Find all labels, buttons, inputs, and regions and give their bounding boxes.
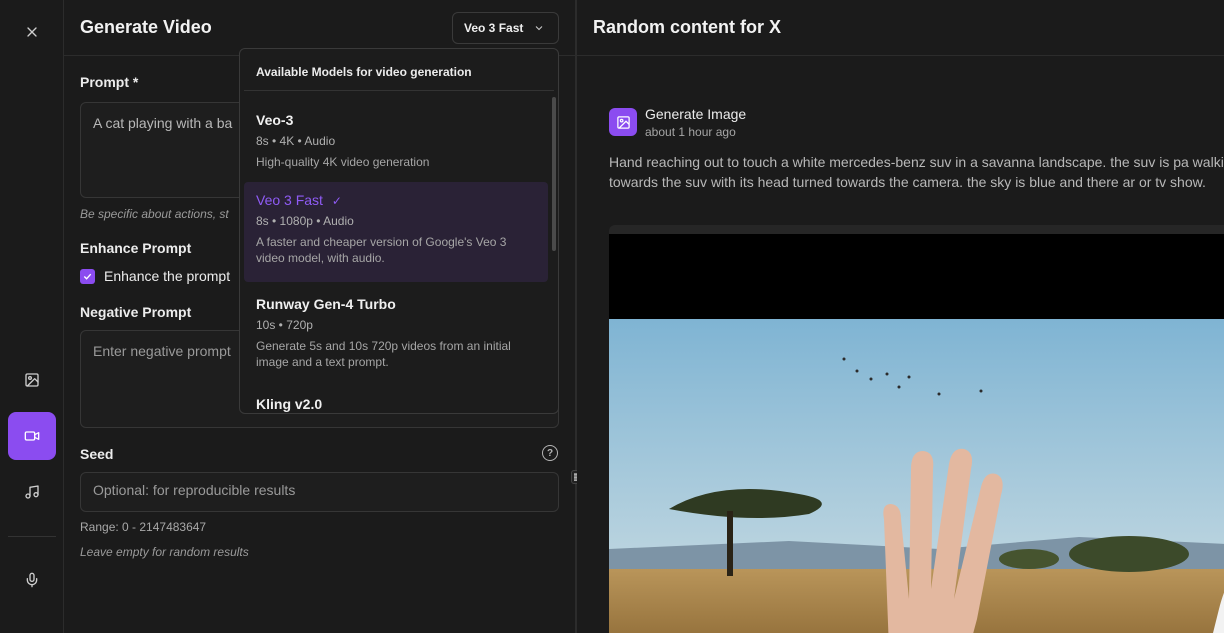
enhance-prompt-checkbox[interactable]: Enhance the prompt (80, 268, 230, 284)
check-icon (83, 273, 92, 280)
music-icon (25, 485, 39, 499)
model-description: Generate 5s and 10s 720p videos from an … (256, 339, 511, 369)
icon-rail (0, 0, 64, 633)
model-meta: 10s • 720p (256, 318, 313, 332)
model-dropdown: Available Models for video generation Ve… (239, 48, 559, 414)
prompt-hint: Be specific about actions, st (80, 207, 229, 221)
app-root: Generate Video Veo 3 Fast Prompt * A cat… (0, 0, 1224, 633)
model-description: High-quality 4K video generation (256, 155, 430, 169)
video-mode-button[interactable] (8, 412, 56, 460)
image-icon (616, 115, 630, 129)
content-header: Random content for X (577, 0, 1224, 56)
negative-prompt-label: Negative Prompt (80, 304, 192, 320)
seed-hint: Leave empty for random results (80, 545, 249, 559)
close-icon (27, 27, 37, 37)
generated-image[interactable] (609, 225, 1224, 633)
content-title: Random content for X (593, 17, 781, 37)
seed-placeholder: Optional: for reproducible results (93, 482, 296, 498)
prompt-label: Prompt * (80, 74, 139, 90)
enhance-checkbox-label: Enhance the prompt (104, 268, 231, 284)
model-select-value: Veo 3 Fast (464, 21, 524, 35)
model-name-row: Veo 3 Fast ✓ (256, 192, 536, 208)
panel-title: Generate Video (80, 17, 212, 37)
image-mode-button[interactable] (8, 356, 56, 404)
seed-range: Range: 0 - 2147483647 (80, 520, 207, 534)
help-icon[interactable]: ? (542, 445, 558, 461)
chevron-down-icon (536, 26, 543, 31)
model-option-runway-gen-4-turbo[interactable]: Runway Gen-4 Turbo 10s • 720p Generate 5… (244, 286, 548, 380)
image-icon (25, 373, 39, 387)
generation-title: Generate Image (645, 106, 747, 122)
microphone-button[interactable] (8, 556, 56, 604)
model-meta: 8s • 1080p • Audio (256, 214, 354, 228)
check-icon: ✓ (331, 194, 342, 208)
model-name: Kling v2.0 (256, 396, 323, 412)
model-name: Veo 3 Fast (256, 192, 323, 208)
model-name: Runway Gen-4 Turbo (256, 296, 396, 312)
model-name: Veo-3 (256, 112, 294, 128)
enhance-prompt-label: Enhance Prompt (80, 240, 192, 256)
rail-divider (8, 536, 56, 537)
dropdown-heading: Available Models for video generation (256, 65, 472, 79)
savanna-scene (609, 319, 1224, 633)
generation-timestamp: about 1 hour ago (645, 125, 736, 139)
dropdown-scrollbar[interactable] (552, 97, 556, 251)
content-panel: Random content for X Generate Image abou… (577, 0, 1224, 633)
music-mode-button[interactable] (8, 468, 56, 516)
negative-prompt-placeholder: Enter negative prompt (93, 343, 231, 359)
generate-image-badge (609, 108, 637, 136)
checkbox-checked[interactable] (80, 268, 95, 284)
model-description: A faster and cheaper version of Google's… (256, 235, 507, 265)
seed-input[interactable]: Optional: for reproducible results (80, 472, 559, 512)
seed-label: Seed (80, 446, 114, 462)
video-icon (24, 431, 40, 441)
dropdown-divider (244, 90, 554, 91)
model-select[interactable]: Veo 3 Fast (452, 12, 559, 44)
microphone-icon (26, 572, 38, 588)
close-button[interactable] (8, 8, 56, 56)
model-meta: 8s • 4K • Audio (256, 134, 336, 148)
model-option-veo-3-fast[interactable]: Veo 3 Fast ✓ 8s • 1080p • Audio A faster… (244, 182, 548, 282)
model-option-kling-v2[interactable]: Kling v2.0 (244, 386, 548, 413)
model-option-veo-3[interactable]: Veo-3 8s • 4K • Audio High-quality 4K vi… (244, 102, 548, 180)
image-letterbox (609, 234, 1224, 319)
prompt-value: A cat playing with a ba (93, 115, 233, 131)
generation-prompt: Hand reaching out to touch a white merce… (609, 154, 1224, 190)
